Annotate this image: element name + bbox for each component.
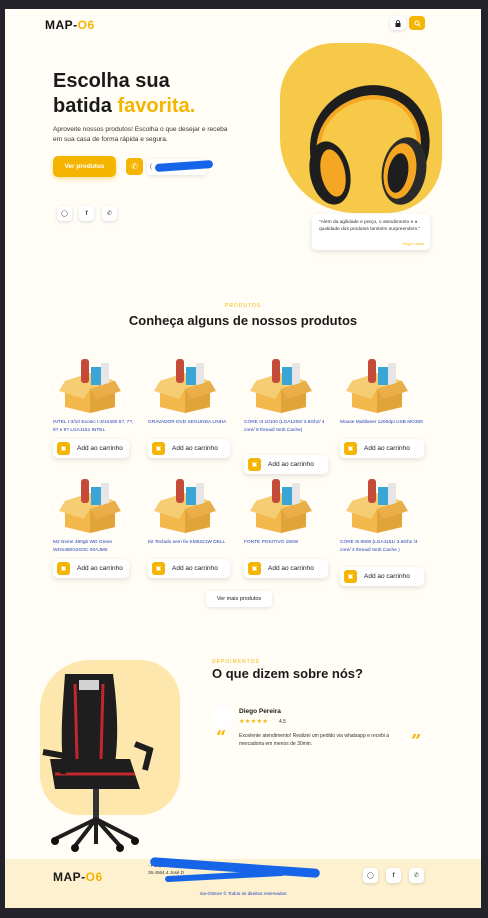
product-image xyxy=(346,479,408,533)
add-to-cart-label: Add ao carrinho xyxy=(172,565,218,572)
whatsapp-icon: ✆ xyxy=(106,211,113,217)
account-button[interactable] xyxy=(390,16,406,30)
product-name[interactable]: INTEL I-3/10 Exonic I-3/10400 6?, 7?, 8?… xyxy=(53,419,139,434)
add-to-cart-label: Add ao carrinho xyxy=(268,565,314,572)
footer-facebook-button[interactable]: f xyxy=(386,868,401,883)
product-name[interactable]: CORE I5 6500 (LGA1151/ 3.6Ghz /4 core/ 4… xyxy=(340,539,426,554)
add-to-cart-label: Add ao carrinho xyxy=(364,573,410,580)
cart-icon: ▣ xyxy=(248,458,261,471)
hero-text: Aproveite nossos produtos! Escolha o que… xyxy=(53,126,228,143)
footer-copyright: ma-OStore © Todos os direitos reservados xyxy=(199,891,287,896)
product-image xyxy=(59,479,121,533)
browser-top-bar xyxy=(0,0,488,9)
reviewer-avatar xyxy=(212,706,234,728)
product-image xyxy=(250,359,312,413)
cart-icon: ▣ xyxy=(344,570,357,583)
footer-logo-accent: O6 xyxy=(85,870,103,884)
quote-open-icon: “ xyxy=(216,727,227,748)
testimonials-title: O que dizem sobre nós? xyxy=(212,666,363,681)
search-icon xyxy=(414,20,421,27)
quote-close-icon: ” xyxy=(411,731,422,752)
view-more-products-button[interactable]: Ver mais produtos xyxy=(206,591,272,607)
whatsapp-button[interactable]: ✆ xyxy=(102,206,117,221)
hero-title: Escolha sua batida favorita. xyxy=(53,69,195,119)
hero-quote-card: "Além da agilidade e preço, o atendiment… xyxy=(312,214,430,250)
hero-title-line1: Escolha sua xyxy=(53,70,170,92)
phone-icon: ✆ xyxy=(131,162,138,171)
product-image xyxy=(250,479,312,533)
facebook-icon: f xyxy=(85,210,88,217)
cart-icon: ▣ xyxy=(57,442,70,455)
products-title: Conheça alguns de nossos produtos xyxy=(128,313,358,328)
product-image xyxy=(154,479,216,533)
add-to-cart-label: Add ao carrinho xyxy=(268,461,314,468)
browser-bottom-bar xyxy=(0,908,488,918)
hero-quote-text: "Além da agilidade e preço, o atendiment… xyxy=(319,220,421,232)
product-name[interactable]: M2 Nvme 480gb WD Green WDS480G2G0C 00AJM… xyxy=(53,539,139,554)
product-name[interactable]: GRAVADOR DVD SEGUNDA LINHA xyxy=(148,419,234,427)
hero-title-highlight: favorita. xyxy=(117,95,196,117)
phone-button[interactable]: ✆ xyxy=(126,158,143,175)
hero-quote-author: Hugo Lopes xyxy=(402,241,424,246)
footer-logo[interactable]: MAP-O6 xyxy=(53,870,103,884)
add-to-cart-button[interactable]: ▣ Add ao carrinho xyxy=(244,455,328,474)
add-to-cart-button[interactable]: ▣ Add ao carrinho xyxy=(148,439,230,458)
add-to-cart-button[interactable]: ▣ Add ao carrinho xyxy=(340,567,424,586)
page: MAP-O6 Escolha sua batida favorita. Apro… xyxy=(5,9,481,908)
hero-title-line2: batida xyxy=(53,95,118,117)
add-to-cart-button[interactable]: ▣ Add ao carrinho xyxy=(53,559,129,578)
add-to-cart-label: Add ao carrinho xyxy=(172,445,218,452)
gaming-chair-image xyxy=(42,674,154,852)
cart-icon: ▣ xyxy=(152,442,165,455)
add-to-cart-label: Add ao carrinho xyxy=(77,445,123,452)
facebook-icon: f xyxy=(392,872,395,879)
cart-icon: ▣ xyxy=(152,562,165,575)
whatsapp-icon: ✆ xyxy=(413,873,420,879)
add-to-cart-button[interactable]: ▣ Add ao carrinho xyxy=(340,439,424,458)
add-to-cart-button[interactable]: ▣ Add ao carrinho xyxy=(244,559,328,578)
footer-instagram-button[interactable]: ◯ xyxy=(363,868,378,883)
lock-icon xyxy=(395,19,401,27)
add-to-cart-button[interactable]: ▣ Add ao carrinho xyxy=(148,559,230,578)
instagram-icon: ◯ xyxy=(61,211,68,217)
instagram-button[interactable]: ◯ xyxy=(57,206,72,221)
product-image xyxy=(154,359,216,413)
instagram-icon: ◯ xyxy=(367,873,374,879)
product-name[interactable]: CORE I3 10100 (LGA1200/ 3.6Ghz/ 4 core/ … xyxy=(244,419,330,434)
logo[interactable]: MAP-O6 xyxy=(45,18,95,32)
cart-icon: ▣ xyxy=(344,442,357,455)
phone-number-text: ( xyxy=(150,164,152,170)
add-to-cart-label: Add ao carrinho xyxy=(77,565,123,572)
facebook-button[interactable]: f xyxy=(79,206,94,221)
logo-text: MAP- xyxy=(45,18,78,32)
product-image xyxy=(59,359,121,413)
search-button[interactable] xyxy=(409,16,425,30)
footer-whatsapp-button[interactable]: ✆ xyxy=(409,868,424,883)
product-image xyxy=(346,359,408,413)
review-text: Excelente atendimento! Realizei um pedid… xyxy=(239,733,390,747)
footer-logo-text: MAP- xyxy=(53,870,86,884)
products-kicker: PRODUTOS xyxy=(224,303,262,309)
testimonials-kicker: DEPOIMENTOS xyxy=(212,659,260,665)
cart-icon: ▣ xyxy=(57,562,70,575)
review-stars: ★★★★★ xyxy=(239,719,269,725)
view-products-button[interactable]: Ver produtos xyxy=(53,156,116,177)
add-to-cart-button[interactable]: ▣ Add ao carrinho xyxy=(53,439,129,458)
product-name[interactable]: Kit Teclado sem fio KM5221W DELL xyxy=(148,539,234,547)
logo-accent: O6 xyxy=(77,18,95,32)
product-name[interactable]: Mouse Multilaser 1200dpi USB MO300 xyxy=(340,419,426,427)
reviewer-name: Diego Pereira xyxy=(239,708,281,715)
add-to-cart-label: Add ao carrinho xyxy=(364,445,410,452)
cart-icon: ▣ xyxy=(248,562,261,575)
headphones-image xyxy=(309,85,430,205)
product-name[interactable]: FONTE POSITIVO 150W xyxy=(244,539,330,547)
footer: MAP-O6 - Parque Da 39.4564.4 José D ◯ f … xyxy=(5,857,481,908)
review-rating: 4.5 xyxy=(279,719,286,725)
